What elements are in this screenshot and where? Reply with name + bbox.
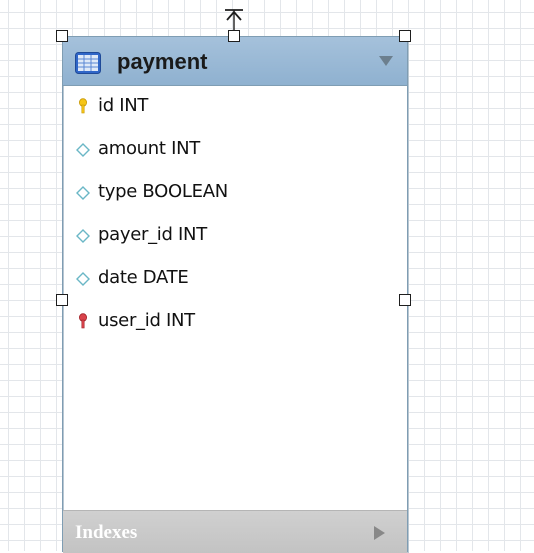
collapse-arrow-icon[interactable] [379,56,393,66]
column-row-user-id[interactable]: user_id INT [74,306,394,336]
resize-handle-top-right[interactable] [399,30,411,42]
column-list: id INT amount INT type BOOLEAN payer_id … [63,86,408,510]
column-row-type[interactable]: type BOOLEAN [74,177,394,207]
column-row-date[interactable]: date DATE [74,263,394,293]
column-diamond-icon [76,272,90,286]
resize-handle-middle-left[interactable] [56,294,68,306]
expand-arrow-icon[interactable] [374,526,385,540]
column-diamond-icon [76,143,90,157]
column-label: user_id INT [98,310,195,331]
column-diamond-icon [76,229,90,243]
table-icon [75,52,101,74]
column-row-payer-id[interactable]: payer_id INT [74,220,394,250]
resize-handle-middle-right[interactable] [399,294,411,306]
resize-handle-top-left[interactable] [56,30,68,42]
column-diamond-icon [76,186,90,200]
column-label: type BOOLEAN [98,181,228,202]
indexes-section[interactable]: Indexes [63,510,407,553]
entity-header[interactable]: payment [63,37,407,86]
entity-title: payment [117,49,208,74]
column-label: amount INT [98,138,200,159]
primary-key-icon [79,98,87,114]
column-label: payer_id INT [98,224,207,245]
connector-grip-icon[interactable] [224,8,244,32]
foreign-key-icon [79,313,87,329]
column-label: date DATE [98,267,189,288]
entity-table-payment[interactable]: payment id INT amount INT type BOOLEAN p… [62,36,408,553]
indexes-label: Indexes [75,522,138,543]
column-label: id INT [98,95,149,116]
column-row-amount[interactable]: amount INT [74,134,394,164]
column-row-id[interactable]: id INT [74,91,394,121]
resize-handle-top-center[interactable] [228,30,240,42]
